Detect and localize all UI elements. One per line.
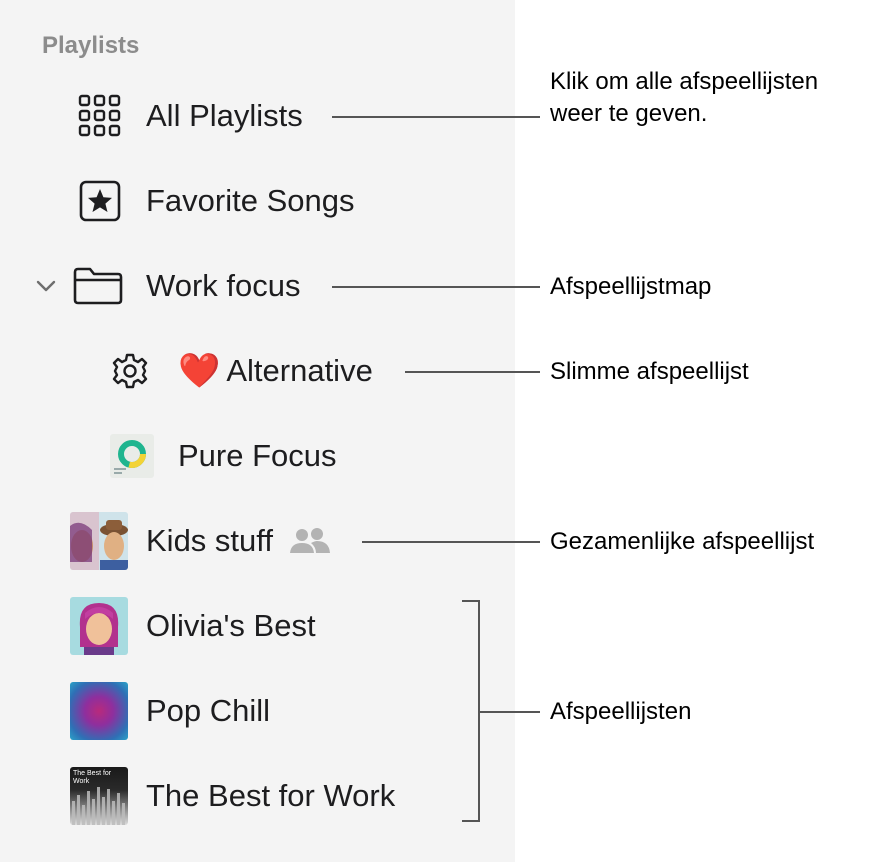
folder-icon: [72, 266, 124, 306]
sidebar-item-all-playlists[interactable]: All Playlists: [78, 86, 303, 146]
sidebar-item-label: Pop Chill: [146, 693, 271, 728]
callout-line-smart: [405, 371, 540, 373]
sidebar-item-pop-chill[interactable]: Pop Chill: [70, 681, 270, 741]
playlists-sidebar: Playlists All Playlists Favorite Songs W…: [0, 0, 515, 862]
memoji-pair-artwork: [70, 512, 128, 570]
pop-chill-artwork: [70, 682, 128, 740]
callout-folder: Afspeellijstmap: [550, 273, 712, 300]
star-box-icon: [78, 179, 122, 223]
sidebar-item-label: Kids stuff: [146, 523, 273, 558]
gear-icon: [110, 351, 150, 391]
heart-emoji: ❤️: [178, 351, 221, 391]
sidebar-item-label: The Best for Work: [146, 778, 396, 813]
best-for-work-artwork: The Best for Work: [70, 767, 128, 825]
callout-line-1: Klik om alle afspeellijsten: [550, 68, 819, 95]
callout-all-playlists: Klik om alle afspeellijsten weer te geve…: [550, 66, 818, 130]
sidebar-item-label: All Playlists: [146, 98, 303, 133]
section-title: Playlists: [42, 32, 140, 59]
bracket-bottom: [462, 820, 480, 822]
callout-shared: Gezamenlijke afspeellijst: [550, 528, 815, 555]
chevron-down-icon[interactable]: [34, 274, 58, 298]
sidebar-item-best-for-work[interactable]: The Best for Work The Best for Work: [70, 766, 395, 826]
sidebar-item-work-focus[interactable]: Work focus: [34, 256, 300, 316]
sidebar-item-label: Alternative: [226, 353, 373, 388]
pure-focus-artwork: [110, 434, 154, 478]
bracket-pointer: [478, 711, 540, 713]
callout-smart: Slimme afspeellijst: [550, 358, 749, 385]
sidebar-item-label: Olivia's Best: [146, 608, 316, 643]
sidebar-item-pure-focus[interactable]: Pure Focus: [110, 426, 337, 486]
callout-line-folder: [332, 286, 540, 288]
callout-line-all-playlists: [332, 116, 540, 118]
sidebar-item-label: Pure Focus: [178, 438, 337, 473]
sidebar-item-kids-stuff[interactable]: Kids stuff: [70, 511, 331, 571]
sidebar-item-label: Work focus: [146, 268, 301, 303]
sidebar-item-label: Favorite Songs: [146, 183, 355, 218]
callout-line-shared: [362, 541, 540, 543]
shared-people-icon: [289, 527, 331, 555]
memoji-artwork: [70, 597, 128, 655]
grid-icon: [78, 94, 122, 138]
callout-playlists: Afspeellijsten: [550, 698, 692, 725]
callout-line-2: weer te geven.: [550, 100, 708, 127]
sidebar-item-olivias-best[interactable]: Olivia's Best: [70, 596, 316, 656]
sidebar-item-favorite-songs[interactable]: Favorite Songs: [78, 171, 355, 231]
sidebar-item-alternative[interactable]: ❤️ Alternative: [110, 341, 373, 401]
